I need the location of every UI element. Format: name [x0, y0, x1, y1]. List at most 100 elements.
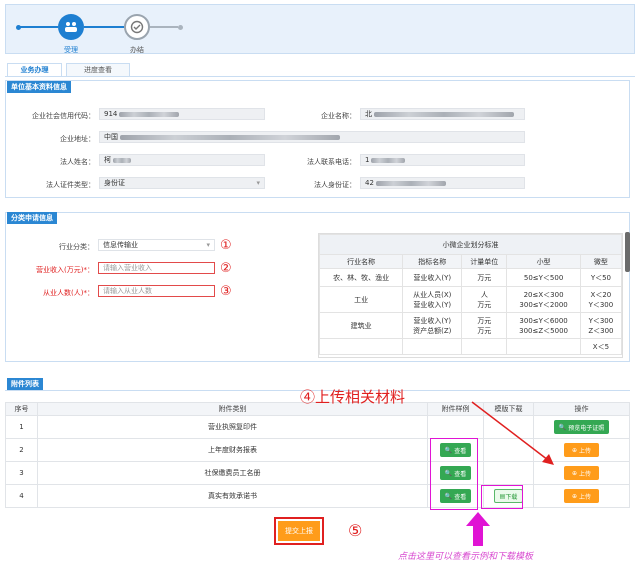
- attach-no: 1: [5, 415, 38, 439]
- tab-progress[interactable]: 进度查看: [66, 63, 130, 77]
- std-cell: 工业: [319, 286, 404, 313]
- industry-select[interactable]: 信息传输业 ▾: [98, 239, 215, 251]
- std-header: 指标名称: [402, 254, 463, 269]
- standard-caption: 小微企业划分标准: [319, 234, 622, 255]
- std-cell: X＜20 Y＜300: [579, 286, 622, 313]
- attach-name: 社保缴费员工名册: [37, 461, 428, 485]
- revenue-input[interactable]: 请输入营业收入: [98, 262, 215, 274]
- preview-license-button[interactable]: 🔍 预览电子证照: [553, 420, 610, 434]
- annotation-mark-1: ①: [220, 238, 232, 253]
- redacted-mark: [120, 134, 340, 140]
- legal-name-value: 柯: [104, 156, 111, 164]
- industry-value: 信息传输业: [103, 241, 138, 249]
- upload-button[interactable]: ⊕ 上传: [563, 489, 600, 503]
- std-cell: [402, 338, 463, 355]
- upload-button[interactable]: ⊕ 上传: [563, 466, 600, 480]
- attach-name: 上年度财务报表: [37, 438, 428, 462]
- attach-name: 营业执照复印件: [37, 415, 428, 439]
- std-cell: 从业人员(X) 营业收入(Y): [402, 286, 463, 313]
- std-cell: 50≤Y＜500: [506, 268, 581, 287]
- std-cell: X＜5: [579, 338, 622, 355]
- legal-name-field: 柯: [99, 154, 265, 166]
- std-cell: Y＜300 Z＜300: [579, 312, 622, 339]
- legal-id-label: 法人身份证：: [314, 181, 356, 189]
- arrow-icon: [471, 401, 554, 465]
- staff-label: 从业人数(人)*：: [43, 289, 94, 297]
- credit-code-field: 914: [99, 108, 265, 120]
- upload-icon: ⊕: [571, 492, 577, 500]
- credit-code-value: 914: [104, 110, 118, 118]
- redacted-mark: [374, 111, 514, 117]
- submit-button[interactable]: 提交上报: [274, 517, 324, 545]
- tab-divider: [5, 76, 635, 77]
- std-header: 行业名称: [319, 254, 404, 269]
- revenue-label: 营业收入(万元)*：: [36, 266, 94, 274]
- std-cell: 万元 万元: [461, 312, 508, 339]
- attach-no: 3: [5, 461, 38, 485]
- annotation-mark-5: ⑤: [348, 521, 363, 540]
- address-field: 中国: [99, 131, 525, 143]
- std-header: 小型: [506, 254, 581, 269]
- upload-label: 上传: [579, 470, 592, 478]
- step-line: [150, 26, 178, 28]
- std-cell: 营业收入(Y) 资产总额(Z): [402, 312, 463, 339]
- step-line: [84, 26, 124, 28]
- std-cell: 300≤Y＜6000 300≤Z＜5000: [506, 312, 581, 339]
- step-complete-icon: [124, 14, 150, 40]
- table-row: 4 真实有效承诺书 🔍 查看 ▤ 下载 ⊕ 上传: [5, 484, 630, 508]
- std-header: 微型: [579, 254, 622, 269]
- redacted-mark: [371, 157, 406, 163]
- std-cell: 万元: [461, 268, 508, 287]
- std-cell: Y＜50: [579, 268, 622, 287]
- tab-business[interactable]: 业务办理: [7, 63, 62, 77]
- step-label-complete: 办结: [130, 46, 144, 54]
- upload-icon: ⊕: [571, 469, 577, 477]
- attach-no: 2: [5, 438, 38, 462]
- legal-phone-value: 1: [365, 156, 370, 164]
- std-cell: [506, 338, 581, 355]
- id-type-value: 身份证: [104, 179, 125, 187]
- attach-header: 序号: [5, 402, 38, 416]
- std-cell: 营业收入(Y): [402, 268, 463, 287]
- upload-label: 上传: [579, 493, 592, 501]
- step-dot-end: [178, 25, 183, 30]
- upload-icon: ⊕: [571, 446, 577, 454]
- preview-label: 预览电子证照: [568, 424, 605, 432]
- address-value: 中国: [104, 133, 118, 141]
- download-highlight-box: [481, 485, 523, 509]
- attach-no: 4: [5, 484, 38, 508]
- chevron-down-icon: ▾: [206, 241, 210, 249]
- legal-phone-label: 法人联系电话：: [307, 158, 356, 166]
- classify-title: 分类申请信息: [7, 212, 57, 224]
- legal-phone-field: 1: [360, 154, 525, 166]
- legal-name-label: 法人姓名：: [60, 158, 95, 166]
- id-type-label: 法人证件类型：: [46, 181, 95, 189]
- step-line: [20, 26, 58, 28]
- step-progress: 受理 办结: [5, 4, 635, 54]
- redacted-mark: [119, 111, 180, 117]
- company-name-label: 企业名称：: [321, 112, 356, 120]
- credit-code-label: 企业社会信用代码：: [32, 112, 95, 120]
- id-type-select: 身份证 ▾: [99, 177, 265, 189]
- redacted-mark: [375, 180, 446, 186]
- standard-table-scrollbar[interactable]: [625, 232, 630, 272]
- standard-table: 小微企业划分标准 行业名称 指标名称 计量单位 小型 微型 农、林、牧、渔业 营…: [318, 233, 623, 358]
- chevron-down-icon: ▾: [256, 179, 260, 187]
- std-cell: 20≤X＜300 300≤Y＜2000: [506, 286, 581, 313]
- address-label: 企业地址：: [60, 135, 95, 143]
- annotation-mark-2: ②: [220, 261, 232, 276]
- std-cell: [461, 338, 508, 355]
- std-header: 计量单位: [461, 254, 508, 269]
- upload-annotation: ④上传相关材料: [300, 388, 406, 406]
- upload-button[interactable]: ⊕ 上传: [563, 443, 600, 457]
- redacted-mark: [113, 157, 131, 163]
- std-cell: 建筑业: [319, 312, 404, 339]
- attach-action-cell: ⊕ 上传: [533, 484, 630, 508]
- step-label-accept: 受理: [64, 46, 78, 54]
- annotation-mark-3: ③: [220, 284, 232, 299]
- industry-label: 行业分类：: [59, 243, 94, 251]
- upload-label: 上传: [579, 447, 592, 455]
- step-accept-icon: [58, 14, 84, 40]
- staff-input[interactable]: 请输入从业人数: [98, 285, 215, 297]
- std-cell: 人 万元: [461, 286, 508, 313]
